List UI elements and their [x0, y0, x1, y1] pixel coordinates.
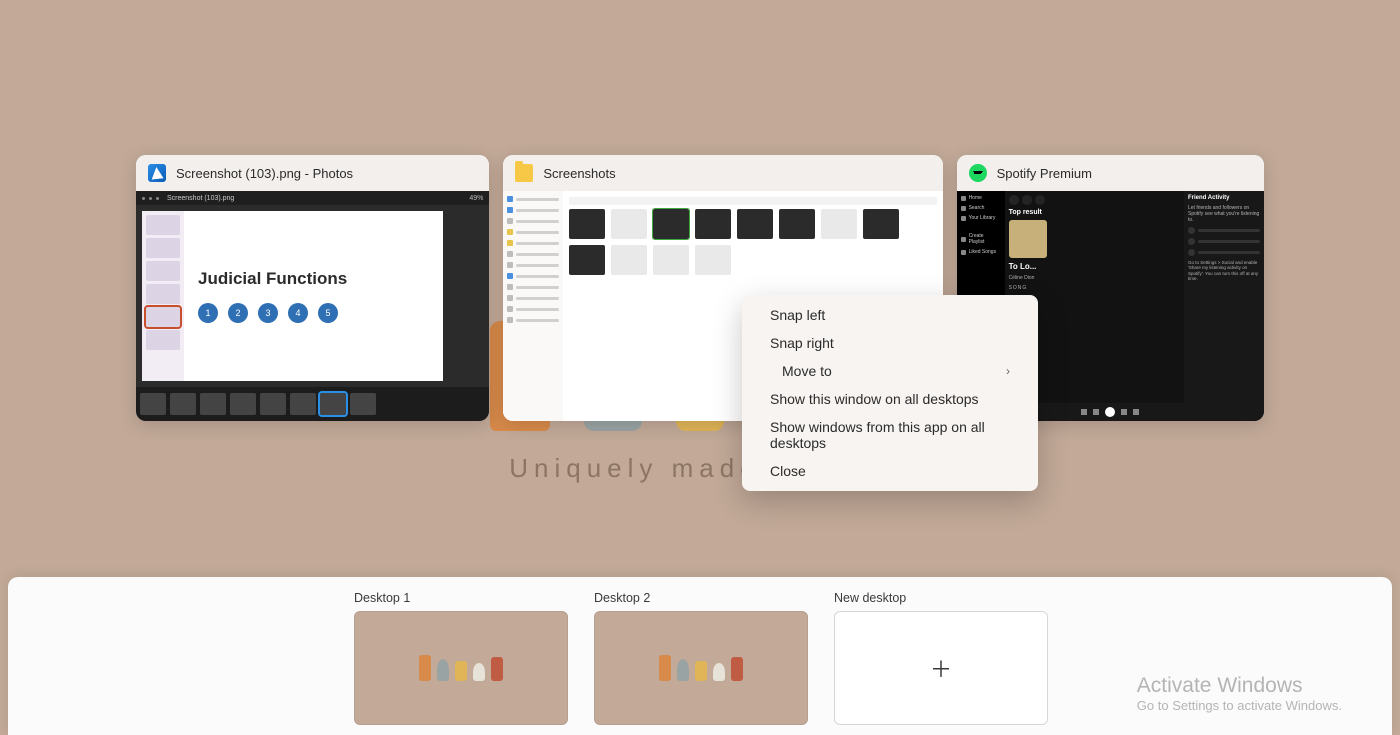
desktop-thumbnail[interactable] [354, 611, 568, 725]
window-context-menu: Snap left Snap right Move to › Show this… [742, 295, 1038, 491]
window-title: Screenshots [543, 166, 615, 181]
photos-zoom: 49% [469, 195, 483, 202]
album-art [1009, 220, 1047, 258]
spotify-friend-header: Friend Activity [1188, 195, 1260, 201]
forward-icon [1035, 195, 1045, 205]
next-icon [1121, 409, 1127, 415]
spotify-nav-home: Home [969, 195, 1001, 201]
slide-bullet: 3 [258, 303, 278, 323]
repeat-icon [1133, 409, 1139, 415]
menu-label: Snap right [770, 335, 834, 351]
task-view-windows: Screenshot (103).png - Photos Screenshot… [136, 155, 1264, 421]
new-desktop-button[interactable]: ＋ [834, 611, 1048, 725]
new-desktop[interactable]: New desktop ＋ [834, 591, 1048, 725]
menu-label: Snap left [770, 307, 825, 323]
menu-move-to[interactable]: Move to › [742, 357, 1038, 385]
photos-filename: Screenshot (103).png [167, 195, 234, 202]
spotify-section-top-result: Top result [1009, 209, 1180, 216]
virtual-desktops-tray: Desktop 1 Desktop 2 New desktop ＋ [8, 577, 1392, 735]
menu-snap-right[interactable]: Snap right [742, 329, 1038, 357]
spotify-nav-search: Search [969, 205, 1001, 211]
spotify-track-title: To Lo... [1009, 262, 1180, 271]
spotify-friend-more: Go to Settings > Social and enable 'Shar… [1188, 260, 1260, 282]
slide-bullet: 4 [288, 303, 308, 323]
prev-icon [1093, 409, 1099, 415]
menu-label: Close [770, 463, 806, 479]
window-preview: Screenshot (103).png 49% Judicial Functi… [136, 191, 489, 421]
window-title: Screenshot (103).png - Photos [176, 166, 353, 181]
menu-label: Show this window on all desktops [770, 391, 979, 407]
slide-title: Judicial Functions [198, 269, 347, 289]
shuffle-icon [1081, 409, 1087, 415]
menu-show-on-all[interactable]: Show this window on all desktops [742, 385, 1038, 413]
spotify-nav-create: Create Playlist [969, 233, 1001, 245]
spotify-friend-hint: Let friends and followers on Spotify see… [1188, 205, 1260, 223]
spotify-nav-library: Your Library [969, 215, 1001, 221]
back-icon [1009, 195, 1019, 205]
slide-bullet: 2 [228, 303, 248, 323]
menu-show-app-on-all[interactable]: Show windows from this app on all deskto… [742, 413, 1038, 457]
spotify-track-tag: SONG [1009, 285, 1180, 291]
menu-label: Show windows from this app on all deskto… [770, 419, 1010, 451]
slide-bullet: 1 [198, 303, 218, 323]
search-icon [1022, 195, 1032, 205]
desktop-label: Desktop 1 [354, 591, 568, 605]
photos-app-icon [148, 164, 166, 182]
desktop-2[interactable]: Desktop 2 [594, 591, 808, 725]
window-title-bar[interactable]: Screenshot (103).png - Photos [136, 155, 489, 191]
window-photos[interactable]: Screenshot (103).png - Photos Screenshot… [136, 155, 489, 421]
window-title-bar[interactable]: Screenshots [503, 155, 942, 191]
play-icon [1105, 407, 1115, 417]
window-title: Spotify Premium [997, 166, 1092, 181]
menu-close[interactable]: Close [742, 457, 1038, 485]
spotify-track-artist: Céline Dion [1009, 275, 1180, 281]
folder-icon [515, 164, 533, 182]
desktop-label: New desktop [834, 591, 1048, 605]
slide-bullet: 5 [318, 303, 338, 323]
desktop-thumbnail[interactable] [594, 611, 808, 725]
spotify-icon [969, 164, 987, 182]
menu-label: Move to [782, 363, 832, 379]
plus-icon: ＋ [930, 652, 952, 684]
chevron-right-icon: › [1006, 364, 1010, 378]
spotify-nav-liked: Liked Songs [969, 249, 1001, 255]
window-title-bar[interactable]: Spotify Premium [957, 155, 1264, 191]
menu-snap-left[interactable]: Snap left [742, 301, 1038, 329]
desktop-label: Desktop 2 [594, 591, 808, 605]
desktop-1[interactable]: Desktop 1 [354, 591, 568, 735]
